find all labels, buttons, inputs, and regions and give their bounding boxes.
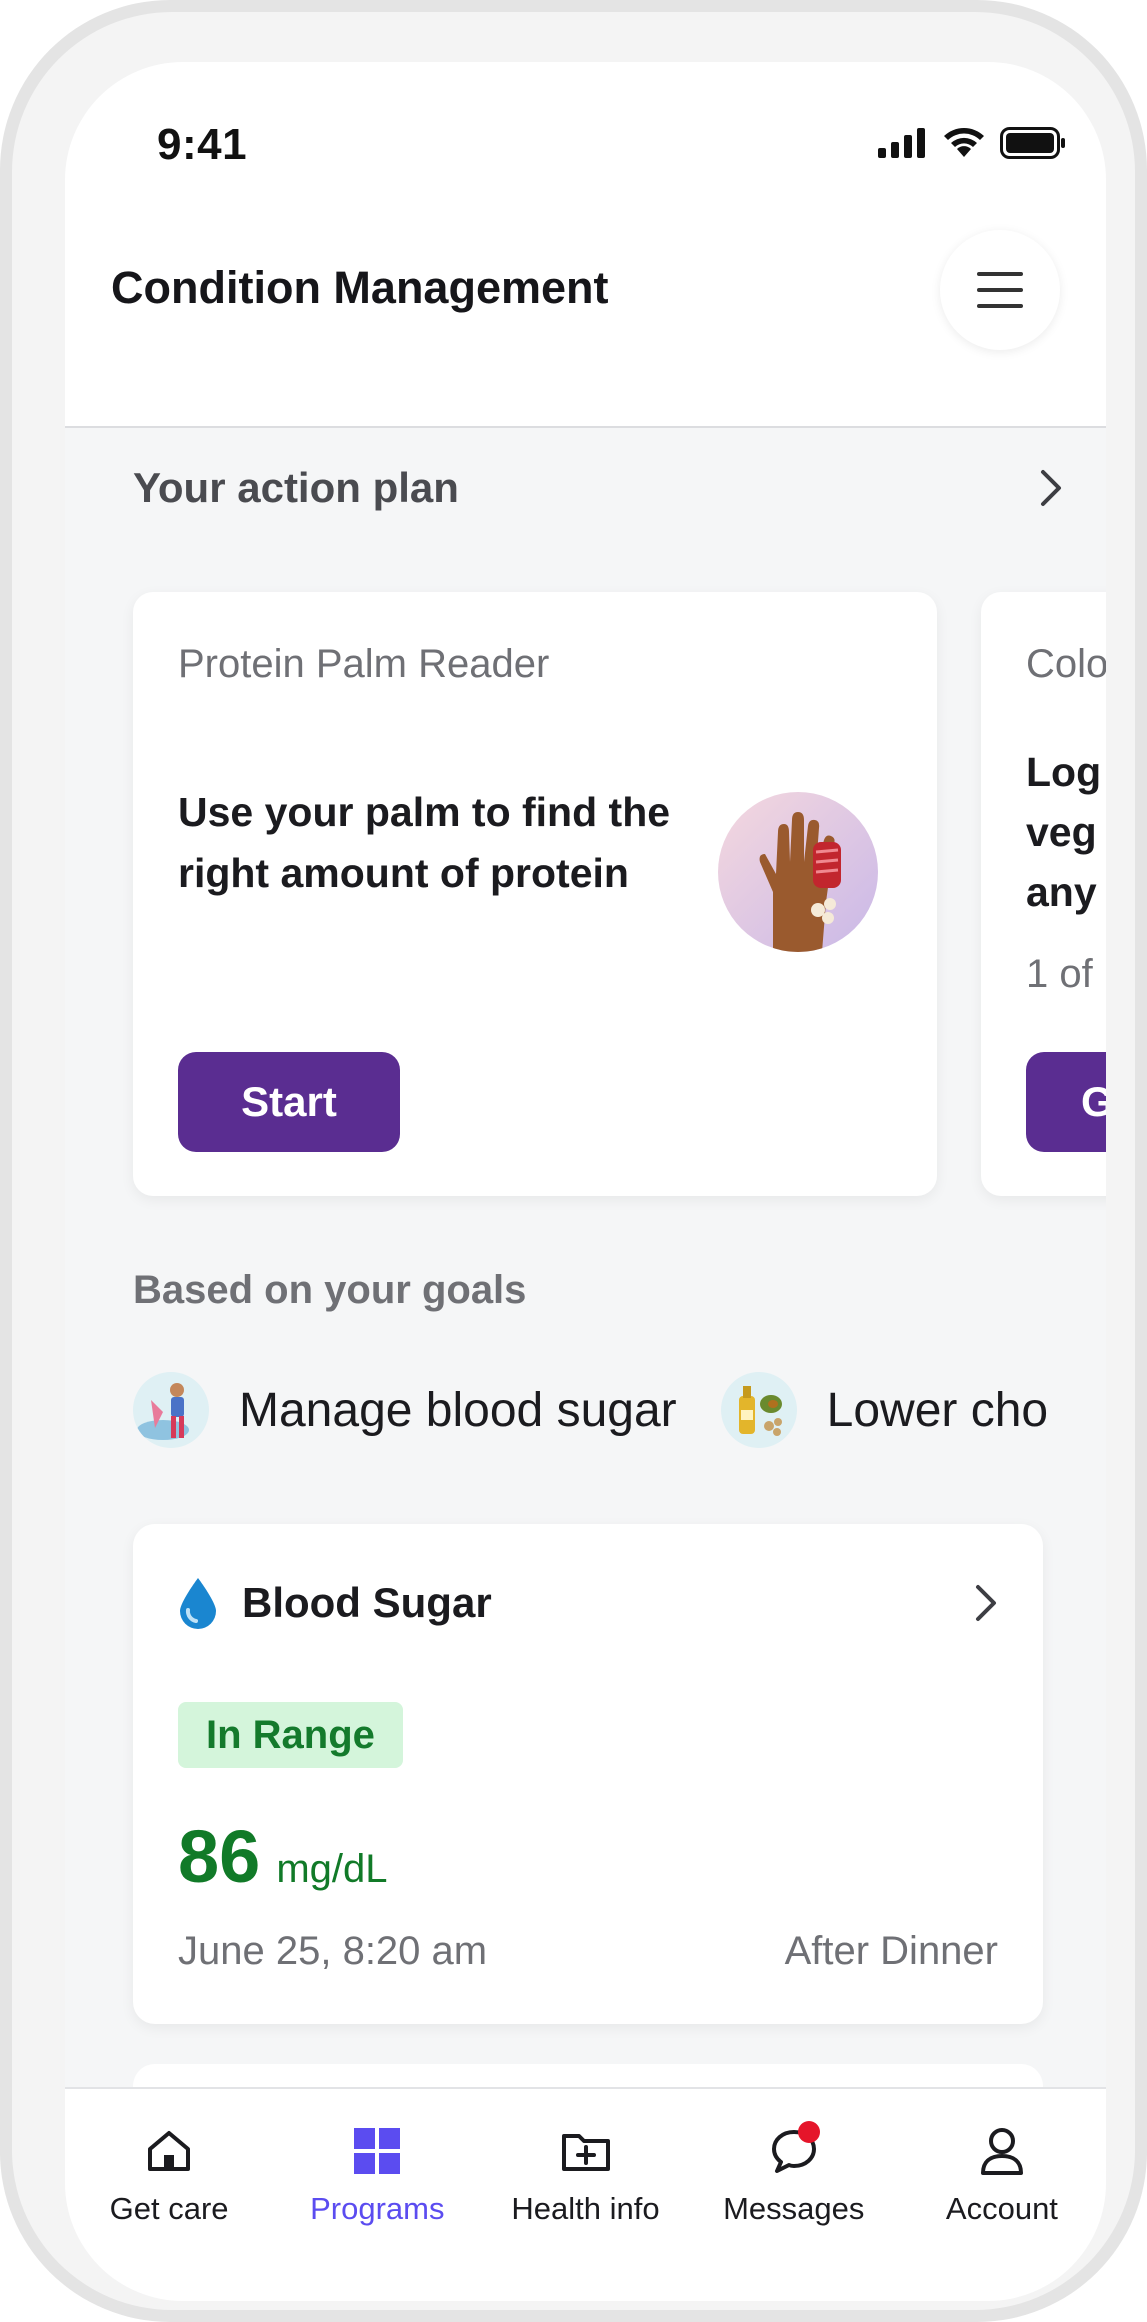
goal-label: Lower cho — [826, 1383, 1049, 1437]
person-icon — [974, 2123, 1030, 2179]
blood-sugar-header: Blood Sugar — [178, 1568, 998, 1638]
phone-bezel: 9:41 Condition Management Your action pl… — [12, 12, 1135, 2310]
card-kicker: Colo — [1026, 642, 1106, 686]
notification-badge — [797, 2121, 820, 2143]
action-plan-header[interactable]: Your action plan — [133, 448, 1063, 528]
reading-context: After Dinner — [784, 1929, 998, 1973]
nav-programs[interactable]: Programs — [273, 2089, 481, 2301]
menu-icon — [977, 272, 1023, 308]
blood-sugar-reading: 86 mg/dL — [178, 1814, 387, 1899]
phone-frame: 9:41 Condition Management Your action pl… — [0, 0, 1147, 2322]
app-header: Condition Management — [65, 230, 1106, 428]
blood-sugar-value: 86 — [178, 1815, 261, 1898]
nav-label: Health info — [511, 2191, 660, 2226]
nav-label: Messages — [723, 2191, 865, 2226]
nav-messages[interactable]: Messages — [690, 2089, 898, 2301]
superhero-icon — [133, 1372, 209, 1448]
status-bar: 9:41 — [65, 62, 1106, 232]
goal-label: Manage blood sugar — [239, 1383, 677, 1437]
menu-button[interactable] — [940, 230, 1060, 350]
goal-chip-cholesterol[interactable]: Lower cho — [720, 1372, 1049, 1448]
chevron-right-icon — [976, 1585, 996, 1621]
signal-icon — [878, 128, 925, 158]
nav-health-info[interactable]: Health info — [481, 2089, 689, 2301]
nav-account[interactable]: Account — [898, 2089, 1106, 2301]
status-time: 9:41 — [157, 120, 248, 169]
nav-label: Account — [945, 2191, 1058, 2226]
goals-row: Manage blood sugar Lower cho — [133, 1372, 1092, 1448]
action-plan-label: Your action plan — [133, 464, 459, 511]
nav-label: Programs — [310, 2191, 445, 2226]
chat-bubble-icon — [766, 2121, 822, 2179]
card-kicker: Protein Palm Reader — [178, 642, 550, 686]
goal-chip-blood-sugar[interactable]: Manage blood sugar — [133, 1372, 677, 1448]
action-card-protein[interactable]: Protein Palm Reader Use your palm to fin… — [133, 592, 937, 1196]
home-icon — [141, 2123, 197, 2179]
status-badge: In Range — [178, 1702, 403, 1768]
bottom-nav: Get care Programs Health info Messages A… — [65, 2087, 1106, 2301]
nav-get-care[interactable]: Get care — [65, 2089, 273, 2301]
battery-icon — [1000, 127, 1065, 159]
wifi-icon — [944, 128, 984, 157]
card-body-line: any — [1026, 869, 1097, 915]
card-body-line: veg — [1026, 809, 1097, 855]
blood-sugar-unit: mg/dL — [276, 1847, 388, 1891]
action-card-partial[interactable]: Colo Log veg any 1 of G — [981, 592, 1106, 1196]
start-button[interactable]: Start — [178, 1052, 400, 1152]
blood-sugar-title: Blood Sugar — [242, 1579, 492, 1626]
chevron-right-icon — [1041, 470, 1061, 506]
goals-heading: Based on your goals — [133, 1268, 527, 1312]
water-drop-icon — [180, 1578, 216, 1629]
olive-oil-icon — [720, 1372, 797, 1448]
reading-timestamp: June 25, 8:20 am — [178, 1929, 488, 1973]
card-body: Use your palm to find the right amount o… — [178, 789, 671, 896]
app-screen: 9:41 Condition Management Your action pl… — [65, 62, 1106, 2301]
palm-illustration — [718, 792, 878, 952]
grid-icon — [349, 2123, 405, 2179]
folder-plus-icon — [558, 2123, 614, 2179]
status-icons — [878, 127, 1066, 159]
card-progress: 1 of — [1026, 952, 1093, 996]
card-body: Log veg any — [1026, 742, 1106, 922]
page-title: Condition Management — [111, 262, 609, 313]
nav-label: Get care — [109, 2191, 229, 2226]
card-action-button[interactable]: G — [1026, 1052, 1106, 1152]
card-body-line: Log — [1026, 749, 1102, 795]
blood-sugar-card[interactable]: Blood Sugar In Range 86 mg/dL June 25, 8… — [133, 1524, 1043, 2024]
